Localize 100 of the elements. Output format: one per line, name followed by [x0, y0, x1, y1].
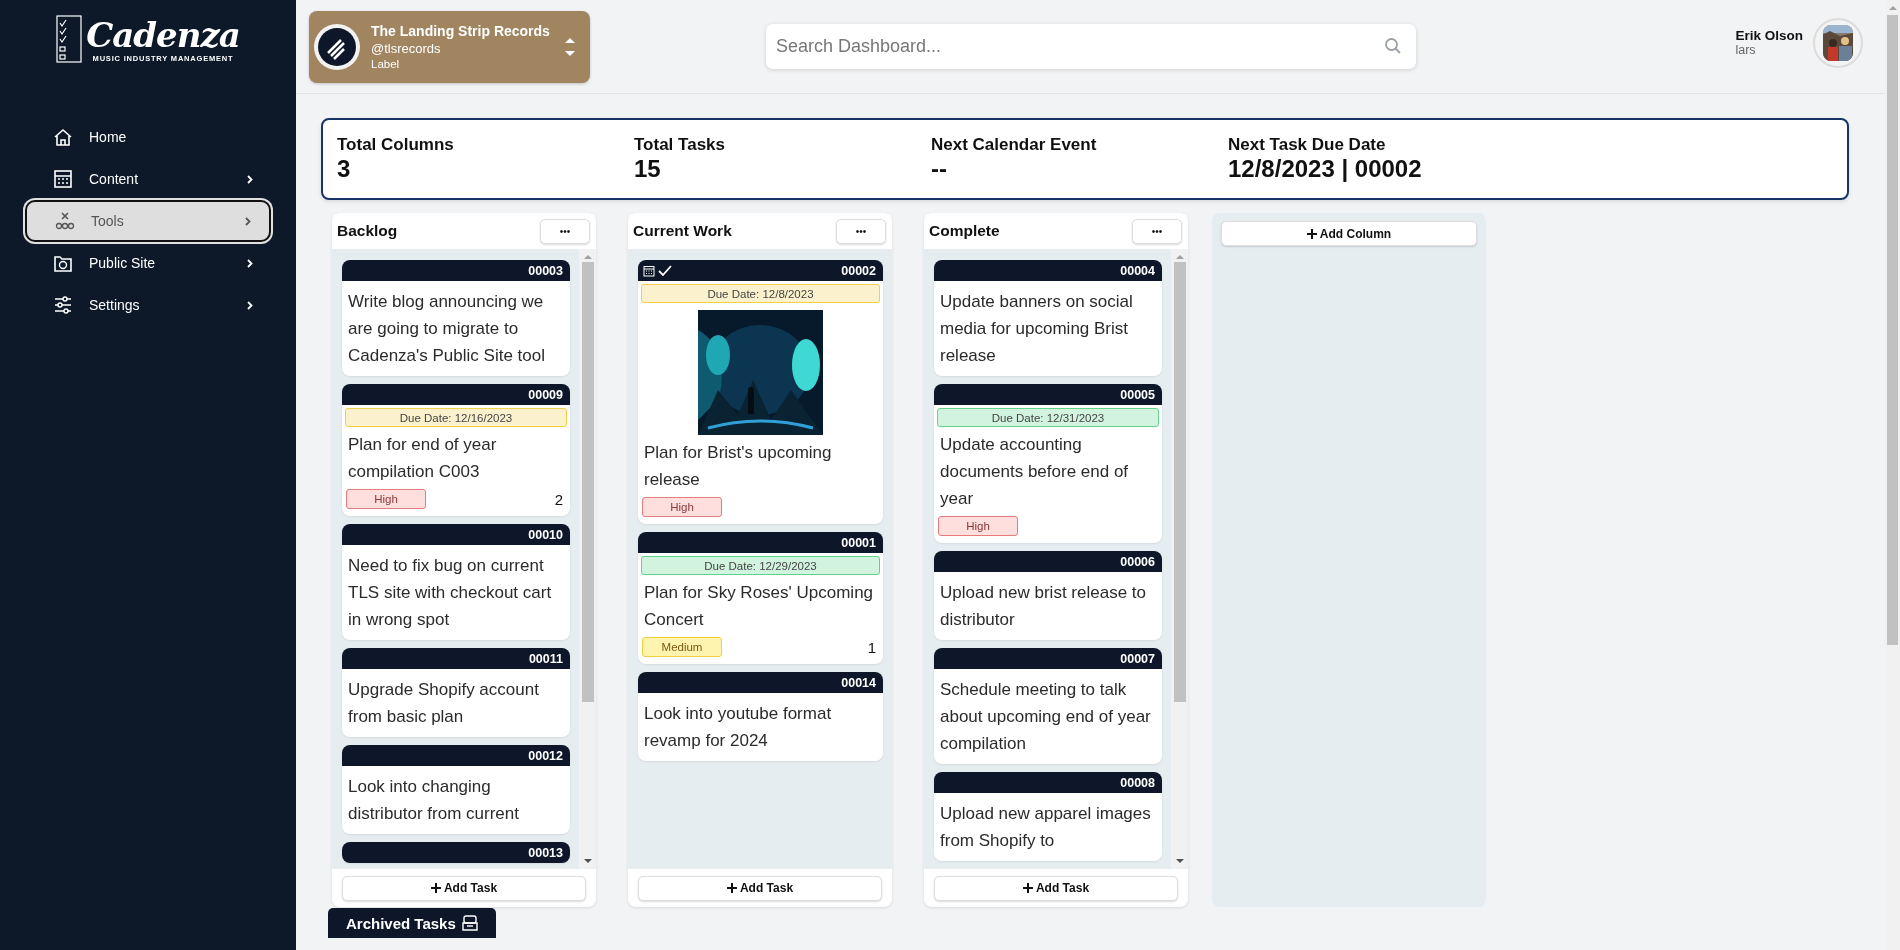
- stat-label: Total Tasks: [634, 135, 726, 155]
- task-card[interactable]: 00002 Due Date: 12/8/2023 Plan for Brist's upcoming release High: [638, 260, 883, 524]
- checklist-icon: [56, 15, 83, 63]
- due-date-badge: Due Date: 12/16/2023: [345, 408, 567, 427]
- task-title: Need to fix bug on current TLS site with checkout cart in wrong spot: [348, 555, 553, 631]
- task-card[interactable]: 00010 Need to fix bug on current TLS site with checkout cart in wrong spot: [342, 524, 570, 640]
- sidebar-item[interactable]: Home: [25, 116, 271, 158]
- arrow-down-icon[interactable]: [583, 858, 592, 864]
- column-menu-button[interactable]: •••: [540, 218, 590, 244]
- arrow-up-icon[interactable]: [1175, 254, 1184, 260]
- page-scrollbar[interactable]: [1885, 0, 1900, 950]
- scrollbar[interactable]: [1171, 249, 1188, 869]
- task-card[interactable]: 00014 Look into youtube format revamp for 2024: [638, 672, 883, 761]
- chevron-right-icon: [245, 216, 251, 226]
- task-card[interactable]: 00005 Due Date: 12/31/2023 Update accounting documents before end of year High: [934, 384, 1162, 543]
- up-down-arrows-icon: [564, 35, 576, 59]
- plus-icon: [430, 883, 441, 893]
- task-id: 00013: [528, 845, 563, 860]
- arrow-up-icon[interactable]: [583, 254, 592, 260]
- task-title: Update banners on social media for upcoming Brist release: [940, 291, 1134, 367]
- due-date-badge: Due Date: 12/29/2023: [641, 556, 880, 575]
- task-id: 00011: [528, 651, 563, 666]
- add-task-button[interactable]: Add Task: [638, 875, 882, 901]
- search-icon: [1384, 37, 1402, 55]
- house-icon: [53, 127, 73, 147]
- task-count: 2: [554, 490, 563, 508]
- task-card[interactable]: 00001 Due Date: 12/29/2023 Plan for Sky Roses' Upcoming Concert Medium 1: [638, 532, 883, 664]
- column-menu-button[interactable]: •••: [836, 218, 886, 244]
- sidebar-item[interactable]: Content: [25, 158, 271, 200]
- task-title: Plan for Brist's upcoming release: [644, 442, 833, 491]
- task-title: Upgrade Shopify account from basic plan: [348, 679, 540, 728]
- user-name: Erik Olson: [1735, 28, 1803, 43]
- plus-icon: [1022, 883, 1033, 893]
- task-id: 00012: [528, 748, 563, 763]
- account-name: The Landing Strip Records: [371, 23, 551, 40]
- stat-value: 3: [337, 155, 352, 183]
- task-card[interactable]: 00003 Write blog announcing we are going to migrate to Cadenza's Public Site tool: [342, 260, 570, 376]
- tools-icon: [55, 211, 75, 231]
- user-avatar[interactable]: [1813, 18, 1863, 68]
- label-avatar-icon: [313, 23, 361, 71]
- sidebar-item[interactable]: Settings: [25, 284, 271, 326]
- task-title: Upload new apparel images from Shopify to: [940, 803, 1152, 852]
- task-count: 1: [867, 638, 876, 656]
- stat-label: Next Task Due Date: [1228, 135, 1387, 155]
- priority-tag: High: [346, 489, 426, 509]
- task-id: 00002: [841, 263, 876, 278]
- chevron-right-icon: [247, 258, 253, 268]
- due-date-badge: Due Date: 12/8/2023: [641, 284, 880, 303]
- sidebar-item[interactable]: Public Site: [25, 242, 271, 284]
- task-title: Look into changing distributor from current: [348, 776, 520, 825]
- task-card[interactable]: 00013: [342, 842, 570, 863]
- sidebar-item[interactable]: Tools: [25, 200, 271, 242]
- column-title: Complete: [929, 222, 1000, 240]
- task-title: Update accounting documents before end of year: [940, 434, 1130, 510]
- task-id: 00014: [841, 675, 876, 690]
- sliders-icon: [53, 295, 73, 315]
- task-id: 00010: [528, 527, 563, 542]
- task-title: Schedule meeting to talk about upcoming end of year compilation: [940, 679, 1152, 755]
- priority-tag: Medium: [642, 637, 722, 657]
- task-card[interactable]: 00011 Upgrade Shopify account from basic plan: [342, 648, 570, 737]
- archived-tasks-button[interactable]: Archived Tasks: [328, 908, 496, 938]
- task-card[interactable]: 00007 Schedule meeting to talk about upcoming end of year compilation: [934, 648, 1162, 764]
- column-title: Current Work: [633, 222, 732, 240]
- plus-icon: [726, 883, 737, 893]
- column-menu-button[interactable]: •••: [1132, 218, 1182, 244]
- column-title: Backlog: [337, 222, 398, 240]
- task-card[interactable]: 00009 Due Date: 12/16/2023 Plan for end of year compilation C003 High 2: [342, 384, 570, 516]
- add-column-button[interactable]: Add Column: [1221, 221, 1477, 246]
- stat-value: --: [931, 155, 948, 183]
- stat-label: Total Columns: [337, 135, 455, 155]
- task-title: Write blog announcing we are going to migrate to Cadenza's Public Site tool: [348, 291, 546, 367]
- add-task-button[interactable]: Add Task: [342, 875, 586, 901]
- task-card[interactable]: 00006 Upload new brist release to distributor: [934, 551, 1162, 640]
- task-card[interactable]: 00012 Look into changing distributor from current: [342, 745, 570, 834]
- task-title: Plan for end of year compilation C003: [348, 434, 498, 483]
- task-card[interactable]: 00004 Update banners on social media for upcoming Brist release: [934, 260, 1162, 376]
- chevron-right-icon: [247, 300, 253, 310]
- task-id: 00003: [528, 263, 563, 278]
- archive-icon: [461, 915, 478, 931]
- add-task-button[interactable]: Add Task: [934, 875, 1178, 901]
- logo-wordmark: Cadenza: [86, 15, 240, 54]
- priority-tag: High: [642, 497, 722, 517]
- account-handle: @tlsrecords: [371, 40, 442, 57]
- chevron-right-icon: [247, 174, 253, 184]
- arrow-up-icon[interactable]: [1888, 5, 1897, 11]
- task-id: 00005: [1120, 387, 1155, 402]
- task-card[interactable]: 00008 Upload new apparel images from Shopify to: [934, 772, 1162, 861]
- due-date-badge: Due Date: 12/31/2023: [937, 408, 1159, 427]
- search-field[interactable]: Search Dashboard...: [766, 24, 1416, 69]
- task-id: 00009: [528, 387, 563, 402]
- globe-page-icon: [53, 253, 73, 273]
- calendar-icon: [643, 264, 655, 277]
- username: lars: [1735, 43, 1757, 58]
- arrow-down-icon[interactable]: [1175, 858, 1184, 864]
- task-id: 00006: [1120, 554, 1155, 569]
- calendar-icon: [53, 169, 73, 189]
- scrollbar[interactable]: [579, 249, 596, 869]
- task-id: 00001: [841, 535, 876, 550]
- account-type: Label: [371, 57, 401, 71]
- stat-value: 12/8/2023 | 00002: [1228, 155, 1423, 183]
